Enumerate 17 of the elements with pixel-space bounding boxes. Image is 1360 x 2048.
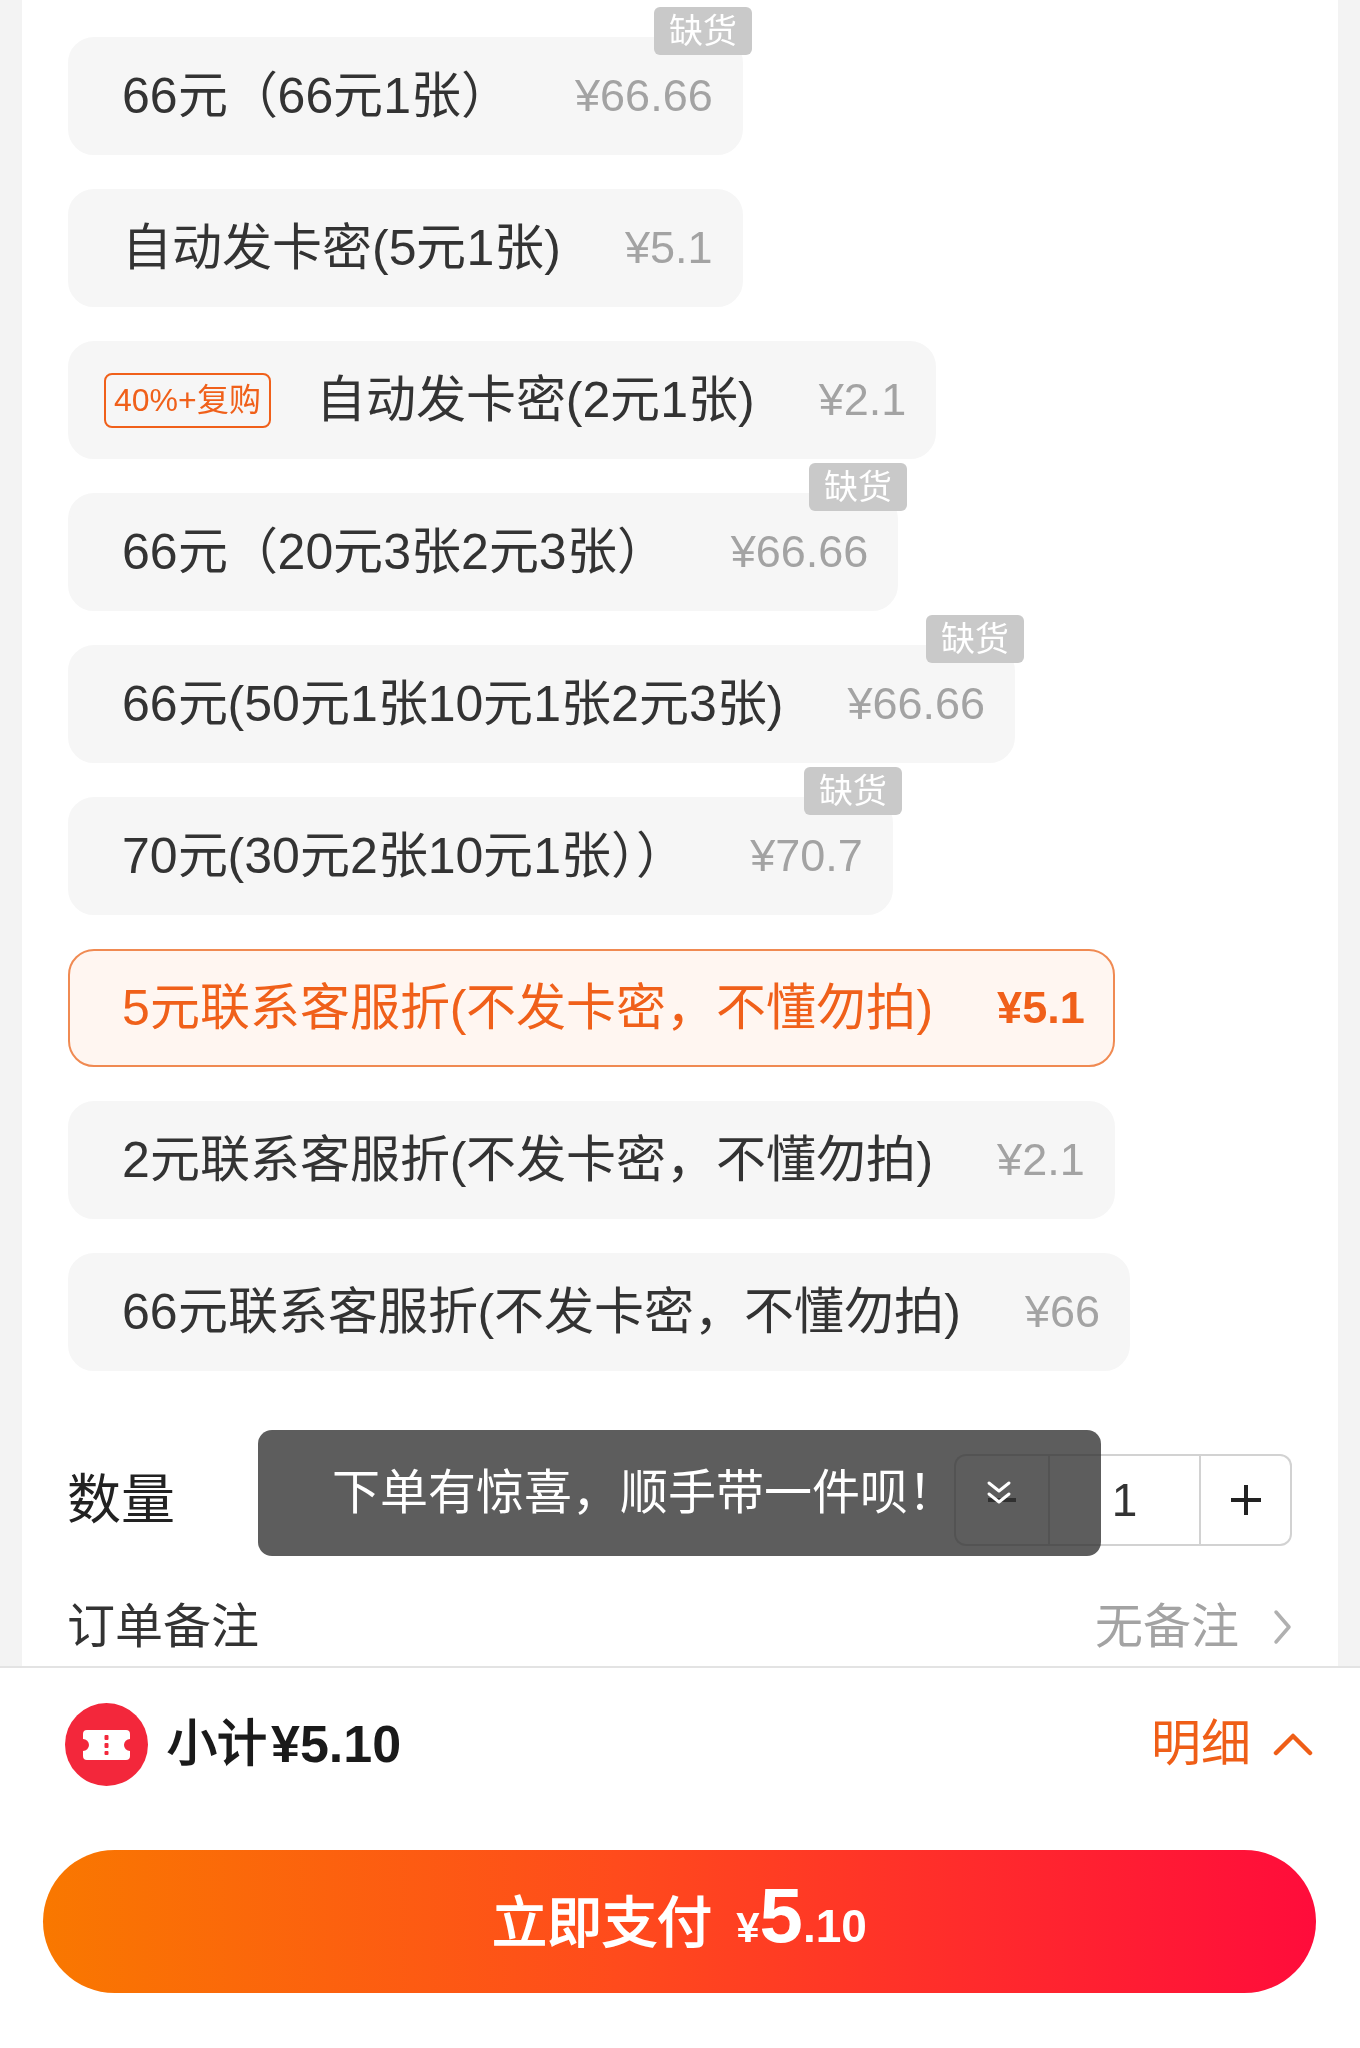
option-chip[interactable]: 自动发卡密(5元1张) ¥5.1	[68, 189, 743, 307]
remark-label: 订单备注	[67, 1599, 259, 1655]
quantity-label: 数量	[67, 1468, 175, 1532]
option-chip[interactable]: 40%+复购 自动发卡密(2元1张) ¥2.1	[68, 341, 937, 459]
toast-message: 下单有惊喜，顺手带一件呗！	[332, 1465, 956, 1521]
chevron-up-icon	[1273, 1732, 1313, 1756]
coupon-icon	[65, 1702, 148, 1786]
promo-badge: 40%+复购	[104, 372, 271, 428]
double-chevron-down-icon	[986, 1480, 1012, 1506]
option-chip[interactable]: 66元联系客服折(不发卡密，不懂勿拍) ¥66	[68, 1253, 1130, 1371]
increase-button[interactable]	[1201, 1454, 1292, 1546]
subtotal-label: 小计	[167, 1714, 267, 1774]
plus-icon	[1230, 1485, 1261, 1515]
option-chip[interactable]: 2元联系客服折(不发卡密，不懂勿拍) ¥2.1	[68, 1101, 1115, 1219]
chevron-right-icon	[1273, 1609, 1292, 1645]
pay-now-button[interactable]: 立即支付 ¥5.10	[43, 1850, 1316, 1993]
subtotal-amount: ¥5.10	[271, 1714, 402, 1775]
